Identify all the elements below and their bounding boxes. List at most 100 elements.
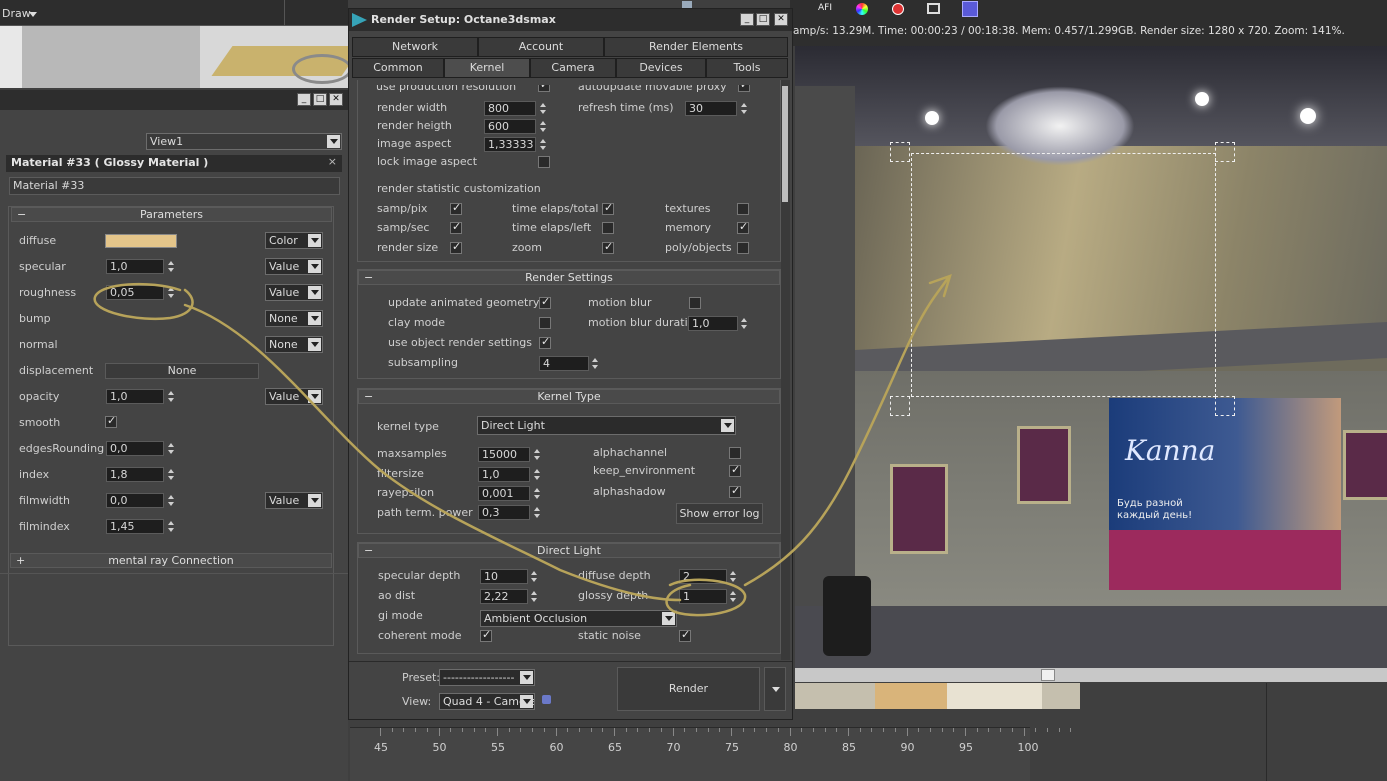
render-viewport[interactable]: Kanna Будь разной каждый день! [795,46,1387,668]
close-icon[interactable]: ✕ [774,13,788,26]
motion-blur-checkbox[interactable] [689,297,701,309]
alphachannel-checkbox[interactable] [729,447,741,459]
subsampling-input[interactable]: 4 [539,356,589,371]
parameters-header[interactable]: − Parameters [11,207,332,222]
mental-ray-rollout-header[interactable]: + mental ray Connection [10,553,332,568]
roughness-input[interactable]: 0,05 [106,285,164,300]
filmindex-spinner[interactable] [167,519,176,534]
region-handle[interactable] [890,142,910,162]
kernel-type-header[interactable]: − Kernel Type [358,389,780,404]
path-term-power-spinner[interactable] [533,505,542,520]
region-handle[interactable] [1215,396,1235,416]
index-input[interactable]: 1,8 [106,467,164,482]
specular-depth-input[interactable]: 10 [480,569,528,584]
render-settings-header[interactable]: − Render Settings [358,270,780,285]
region-handle[interactable] [1215,142,1235,162]
specular-input[interactable]: 1,0 [106,259,164,274]
diffuse-color-swatch[interactable] [105,234,177,248]
opacity-input[interactable]: 1,0 [106,389,164,404]
tab-account[interactable]: Account [478,37,604,57]
index-spinner[interactable] [167,467,176,482]
subsampling-spinner[interactable] [591,356,600,371]
filmwidth-spinner[interactable] [167,493,176,508]
scrollbar-thumb[interactable] [1041,669,1055,681]
close-icon[interactable]: ✕ [329,93,343,106]
draw-menu[interactable]: Draw [2,7,31,20]
glossy-depth-spinner[interactable] [729,589,738,604]
motion-blur-duration-spinner[interactable] [740,316,749,331]
specular-spinner[interactable] [167,259,176,274]
filtersize-input[interactable]: 1,0 [478,467,530,482]
view-select[interactable]: Quad 4 - Camera [439,693,535,710]
lock-icon[interactable] [542,695,551,704]
color-wheel-icon[interactable] [856,3,868,15]
specular-depth-spinner[interactable] [530,569,539,584]
preset-select[interactable]: ------------------ [439,669,535,686]
render-view-scrollbar[interactable] [795,668,1387,682]
edges-rounding-spinner[interactable] [167,441,176,456]
normal-mode-select[interactable]: None [265,336,323,353]
afi-icon[interactable]: AFI [818,3,832,13]
maxsamples-spinner[interactable] [533,447,542,462]
filmindex-input[interactable]: 1,45 [106,519,164,534]
render-region[interactable] [911,153,1216,397]
no-entry-icon[interactable] [892,3,904,15]
opacity-mode-select[interactable]: Value [265,388,323,405]
rayepsilon-spinner[interactable] [533,486,542,501]
show-error-log-button[interactable]: Show error log [676,503,763,524]
displacement-map-button[interactable]: None [105,363,259,379]
coherent-mode-checkbox[interactable] [480,628,492,642]
motion-blur-duration-input[interactable]: 1,0 [688,316,738,331]
filmwidth-input[interactable]: 0,0 [106,493,164,508]
render-button[interactable]: Render [617,667,760,711]
tab-tools[interactable]: Tools [706,58,788,78]
tab-render-elements[interactable]: Render Elements [604,37,788,57]
ao-dist-input[interactable]: 2,22 [480,589,528,604]
region-handle[interactable] [890,396,910,416]
keep-environment-checkbox[interactable] [729,463,741,477]
roughness-mode-select[interactable]: Value [265,284,323,301]
maximize-icon[interactable]: □ [313,93,327,106]
ao-dist-spinner[interactable] [530,589,539,604]
alphashadow-checkbox[interactable] [729,484,741,498]
use-object-settings-checkbox[interactable] [539,335,551,349]
update-animated-checkbox[interactable] [539,295,551,309]
static-noise-checkbox[interactable] [679,628,691,642]
filmwidth-mode-select[interactable]: Value [265,492,323,509]
minimize-icon[interactable]: _ [297,93,311,106]
roughness-spinner[interactable] [167,285,176,300]
bump-mode-select[interactable]: None [265,310,323,327]
monitor-icon[interactable] [927,3,940,14]
direct-light-header[interactable]: − Direct Light [358,543,780,558]
tab-common[interactable]: Common [352,58,444,78]
close-icon[interactable]: × [328,155,337,168]
path-term-power-input[interactable]: 0,3 [478,505,530,520]
edges-rounding-input[interactable]: 0,0 [106,441,164,456]
rayepsilon-input[interactable]: 0,001 [478,486,530,501]
diffuse-mode-select[interactable]: Color [265,232,323,249]
glossy-depth-input[interactable]: 1 [679,589,727,604]
maxsamples-input[interactable]: 15000 [478,447,530,462]
smooth-checkbox[interactable] [105,414,117,428]
tab-devices[interactable]: Devices [616,58,706,78]
tab-camera[interactable]: Camera [530,58,616,78]
gi-mode-select[interactable]: Ambient Occlusion [480,610,677,627]
tab-network[interactable]: Network [352,37,478,57]
clay-mode-checkbox[interactable] [539,317,551,329]
diffuse-depth-input[interactable]: 2 [679,569,727,584]
kernel-type-select[interactable]: Direct Light [477,416,736,435]
minimize-icon[interactable]: _ [740,13,754,26]
filtersize-spinner[interactable] [533,467,542,482]
tab-kernel[interactable]: Kernel [444,58,530,78]
diffuse-depth-spinner[interactable] [729,569,738,584]
view-select[interactable]: View1 [146,133,342,150]
material-name-field[interactable]: Material #33 [9,177,340,195]
opacity-spinner[interactable] [167,389,176,404]
scrollbar-thumb[interactable] [782,86,788,202]
maximize-icon[interactable]: □ [756,13,770,26]
render-options-button[interactable] [764,667,786,711]
settings-scrollbar[interactable] [781,80,790,660]
specular-mode-select[interactable]: Value [265,258,323,275]
save-frame-icon[interactable] [962,1,978,17]
timeline[interactable]: 45 50 55 60 65 70 75 80 85 90 95 100 [350,727,1072,781]
